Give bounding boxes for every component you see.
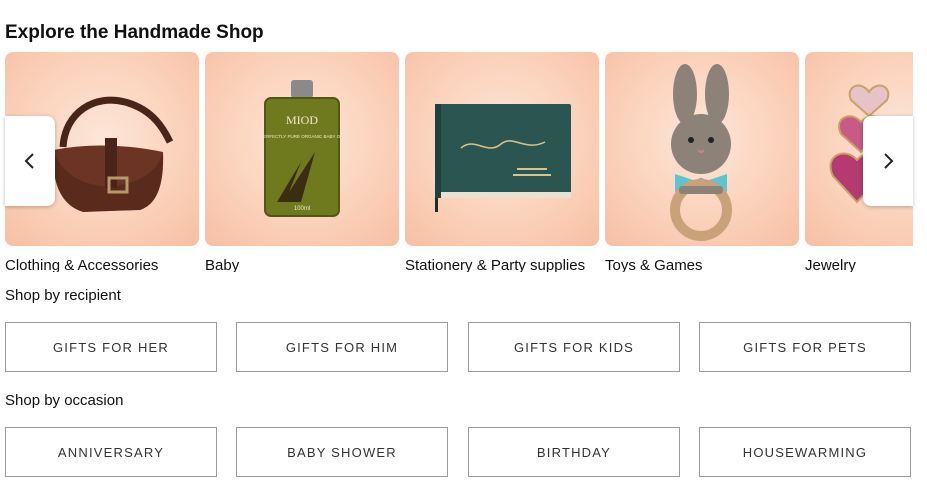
category-label[interactable]: Baby [205, 257, 399, 272]
category-label[interactable]: Stationery & Party supplies [405, 257, 599, 272]
section-title: Explore the Handmade Shop [5, 22, 264, 43]
baby-shower-button[interactable]: BABY SHOWER [236, 427, 448, 477]
category-label[interactable]: Toys & Games [605, 257, 799, 272]
bottle-text: PERFECTLY PURE ORGANIC BABY OIL [260, 134, 344, 139]
guest-book-icon[interactable] [405, 52, 599, 246]
carousel-prev-button[interactable] [5, 116, 55, 206]
category-card-toys[interactable]: Toys & Games [605, 52, 799, 272]
category-label[interactable]: Clothing & Accessories [5, 257, 199, 272]
birthday-button[interactable]: BIRTHDAY [468, 427, 680, 477]
gifts-for-kids-button[interactable]: GIFTS FOR KIDS [468, 322, 680, 372]
gifts-for-pets-button[interactable]: GIFTS FOR PETS [699, 322, 911, 372]
gifts-for-her-button[interactable]: GIFTS FOR HER [5, 322, 217, 372]
baby-oil-bottle-icon[interactable]: MIOD PERFECTLY PURE ORGANIC BABY OIL 100… [205, 52, 399, 246]
occasion-heading: Shop by occasion [5, 392, 124, 409]
category-card-baby[interactable]: MIOD PERFECTLY PURE ORGANIC BABY OIL 100… [205, 52, 399, 272]
category-label[interactable]: Jewelry [805, 257, 913, 272]
chevron-left-icon [24, 153, 34, 169]
category-card-stationery[interactable]: Stationery & Party supplies [405, 52, 599, 272]
housewarming-button[interactable]: HOUSEWARMING [699, 427, 911, 477]
category-carousel: Clothing & Accessories MIOD PERFECTLY PU… [5, 52, 913, 272]
gifts-for-him-button[interactable]: GIFTS FOR HIM [236, 322, 448, 372]
chevron-right-icon [884, 153, 894, 169]
bunny-rattle-icon[interactable] [605, 52, 799, 246]
anniversary-button[interactable]: ANNIVERSARY [5, 427, 217, 477]
bottle-brand: MIOD [286, 113, 318, 127]
bottle-size: 100ml [294, 206, 310, 212]
carousel-next-button[interactable] [863, 116, 913, 206]
recipient-heading: Shop by recipient [5, 287, 121, 304]
